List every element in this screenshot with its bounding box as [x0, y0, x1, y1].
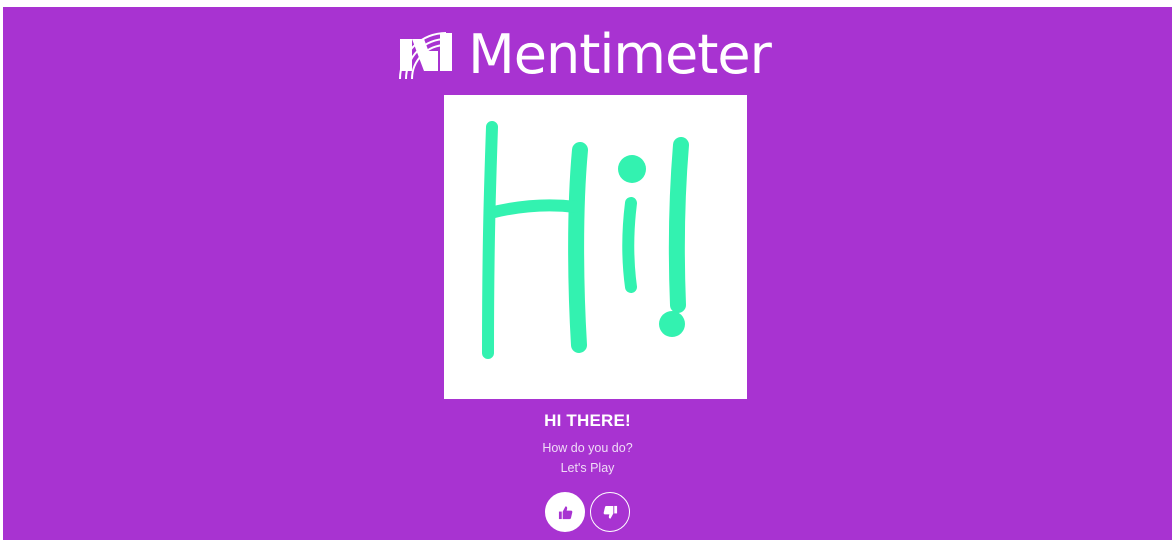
thumbs-up-icon	[558, 505, 572, 519]
reaction-buttons	[3, 492, 1172, 532]
slide-subtitle-line2: Let's Play	[560, 461, 615, 475]
slide-image	[444, 95, 747, 399]
like-button[interactable]	[545, 492, 585, 532]
hi-drawing	[482, 121, 689, 359]
logo-wordmark: Mentimeter	[468, 23, 772, 86]
mentimeter-logo: Mentimeter	[3, 27, 1172, 83]
mentimeter-logo-icon	[399, 32, 453, 79]
thumbs-down-icon	[603, 505, 617, 519]
slide-subtitle-line1: How do you do?	[542, 441, 633, 455]
slide-title: HI THERE!	[544, 411, 631, 430]
presentation-frame: Mentimeter HI THERE! How do you do? Let'…	[3, 7, 1172, 540]
dislike-button[interactable]	[590, 492, 630, 532]
